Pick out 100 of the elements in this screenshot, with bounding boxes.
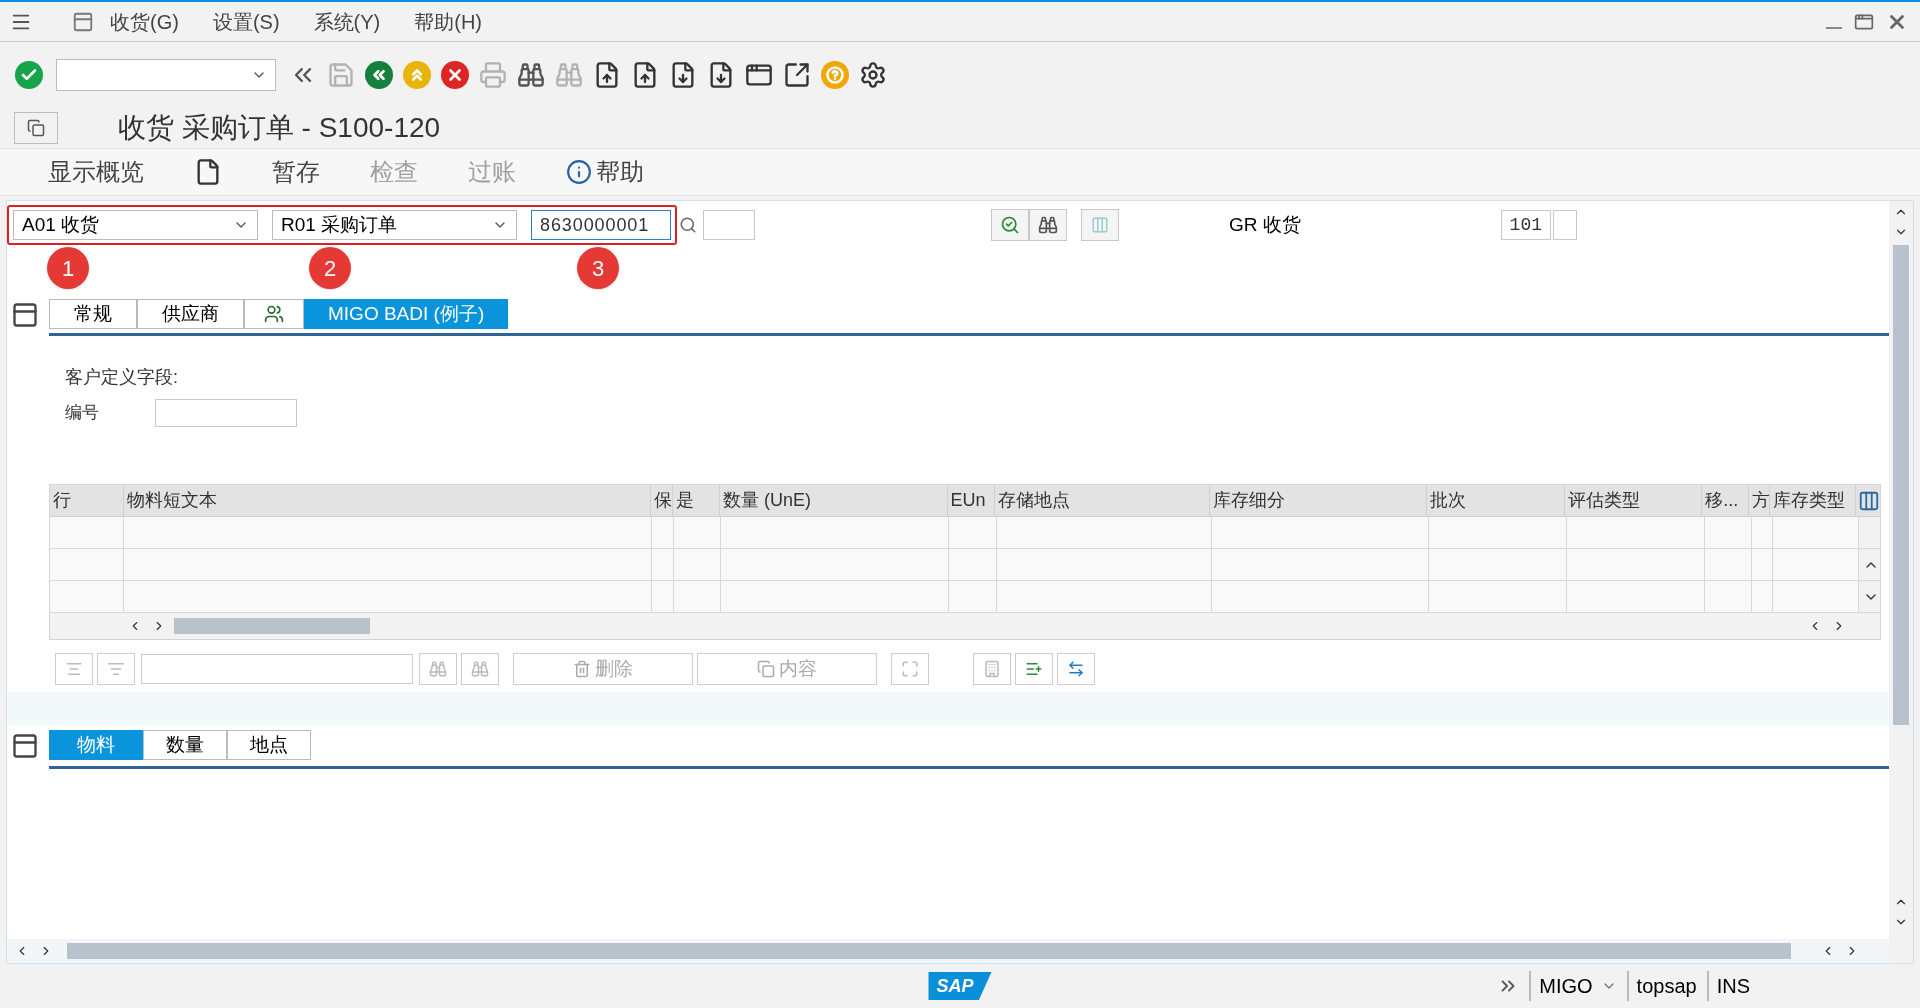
input-field[interactable] <box>141 654 413 684</box>
column-settings-icon[interactable] <box>1858 489 1881 512</box>
table-cell[interactable] <box>997 517 1212 548</box>
table-cell[interactable] <box>1212 581 1429 612</box>
table-cell[interactable] <box>721 549 949 580</box>
column-header[interactable]: 评估类型 <box>1564 485 1703 516</box>
align-button[interactable] <box>55 653 93 685</box>
table-cell[interactable] <box>1773 549 1859 580</box>
search-button[interactable] <box>1029 209 1067 241</box>
search-next-button[interactable] <box>461 653 499 685</box>
annotation-marker: 2 <box>309 247 351 289</box>
tab[interactable] <box>244 299 304 329</box>
menu-item[interactable]: 帮助(H) <box>414 6 482 37</box>
screen-menu-button[interactable] <box>14 112 58 144</box>
table-cell[interactable] <box>1705 517 1752 548</box>
table-cell[interactable] <box>124 517 652 548</box>
table-cell[interactable] <box>997 581 1212 612</box>
table-cell[interactable] <box>1752 549 1773 580</box>
table-cell[interactable] <box>50 517 124 548</box>
toolbar-button[interactable]: 暂存 <box>272 154 320 190</box>
input-field[interactable] <box>1552 210 1577 240</box>
column-header[interactable]: 是 <box>672 485 720 516</box>
table-cell[interactable] <box>652 581 674 612</box>
table-cell[interactable] <box>721 517 949 548</box>
menu-item[interactable]: 设置(S) <box>212 6 280 37</box>
table-cell[interactable] <box>1705 549 1752 580</box>
search-icon <box>517 61 545 89</box>
column-header[interactable]: 存储地点 <box>995 485 1211 516</box>
search-icon[interactable] <box>679 216 697 234</box>
table-cell[interactable] <box>674 549 721 580</box>
table-cell[interactable] <box>674 581 721 612</box>
tab[interactable]: 数量 <box>143 730 227 760</box>
tab-menu-icon[interactable] <box>11 732 39 760</box>
scrollbar-thumb[interactable] <box>174 618 370 634</box>
annotation-marker: 1 <box>47 247 89 289</box>
table-cell[interactable] <box>1429 549 1567 580</box>
people-icon <box>264 304 284 324</box>
action-dropdown[interactable]: A01 收货 <box>13 210 258 240</box>
table-cell[interactable] <box>124 549 652 580</box>
add-row-button[interactable] <box>1015 653 1053 685</box>
movement-type-field[interactable]: 101 <box>1500 210 1551 240</box>
input-field[interactable] <box>703 210 755 240</box>
column-header[interactable]: 数量 (UnE) <box>719 485 948 516</box>
table-cell[interactable] <box>1429 517 1567 548</box>
column-header[interactable]: 方 <box>1749 485 1771 516</box>
check-button[interactable] <box>991 209 1029 241</box>
column-header[interactable]: 库存细分 <box>1210 485 1427 516</box>
menu-item[interactable]: 系统(Y) <box>313 6 381 37</box>
command-field[interactable] <box>56 59 276 91</box>
table-cell[interactable] <box>949 581 997 612</box>
transfer-button[interactable] <box>1057 653 1095 685</box>
column-header[interactable]: 批次 <box>1426 485 1565 516</box>
tab[interactable]: 地点 <box>227 730 311 760</box>
table-cell[interactable] <box>1752 581 1773 612</box>
table-cell[interactable] <box>1752 517 1773 548</box>
tab[interactable]: 供应商 <box>137 299 244 329</box>
column-header[interactable]: 库存类型 <box>1770 485 1857 516</box>
table-cell[interactable] <box>1212 549 1429 580</box>
scrollbar-thumb[interactable] <box>1893 245 1909 725</box>
column-header[interactable]: 物料短文本 <box>123 485 651 516</box>
table-cell[interactable] <box>721 581 949 612</box>
column-header[interactable]: 保 <box>651 485 673 516</box>
layout-icon[interactable] <box>72 10 94 33</box>
help-button[interactable]: 帮助 <box>566 154 644 190</box>
column-header[interactable]: 移... <box>1702 485 1750 516</box>
table-cell[interactable] <box>949 549 997 580</box>
table-cell[interactable] <box>1773 517 1859 548</box>
document-number-field[interactable]: 8630000001 <box>531 210 671 240</box>
column-header[interactable]: 行 <box>50 485 124 516</box>
table-cell[interactable] <box>50 581 124 612</box>
table-cell[interactable] <box>1705 581 1752 612</box>
menu-item[interactable]: 收货(G) <box>110 6 179 37</box>
table-cell[interactable] <box>1567 549 1705 580</box>
table-cell[interactable] <box>1429 581 1567 612</box>
scrollbar-thumb[interactable] <box>67 943 1791 959</box>
table-cell[interactable] <box>949 517 997 548</box>
transaction-dropdown[interactable]: MIGO <box>1529 971 1617 1001</box>
table-cell[interactable] <box>50 549 124 580</box>
back-icon <box>365 61 393 89</box>
table-cell[interactable] <box>1212 517 1429 548</box>
building-button[interactable] <box>973 653 1011 685</box>
table-cell[interactable] <box>652 517 674 548</box>
columns-button[interactable] <box>1081 209 1119 241</box>
column-header[interactable]: EUn <box>947 485 996 516</box>
table-cell[interactable] <box>652 549 674 580</box>
tab[interactable]: 常规 <box>49 299 137 329</box>
tab-menu-icon[interactable] <box>11 301 39 329</box>
filter-button[interactable] <box>97 653 135 685</box>
number-field[interactable] <box>155 399 297 427</box>
table-cell[interactable] <box>997 549 1212 580</box>
reference-dropdown[interactable]: R01 采购订单 <box>272 210 517 240</box>
table-cell[interactable] <box>1567 581 1705 612</box>
table-cell[interactable] <box>674 517 721 548</box>
toolbar-button[interactable]: 显示概览 <box>48 154 144 190</box>
table-cell[interactable] <box>124 581 652 612</box>
minimize-icon[interactable] <box>1826 26 1842 29</box>
table-cell[interactable] <box>1773 581 1859 612</box>
expand-button[interactable] <box>891 653 929 685</box>
align-icon <box>65 660 83 678</box>
table-cell[interactable] <box>1567 517 1705 548</box>
